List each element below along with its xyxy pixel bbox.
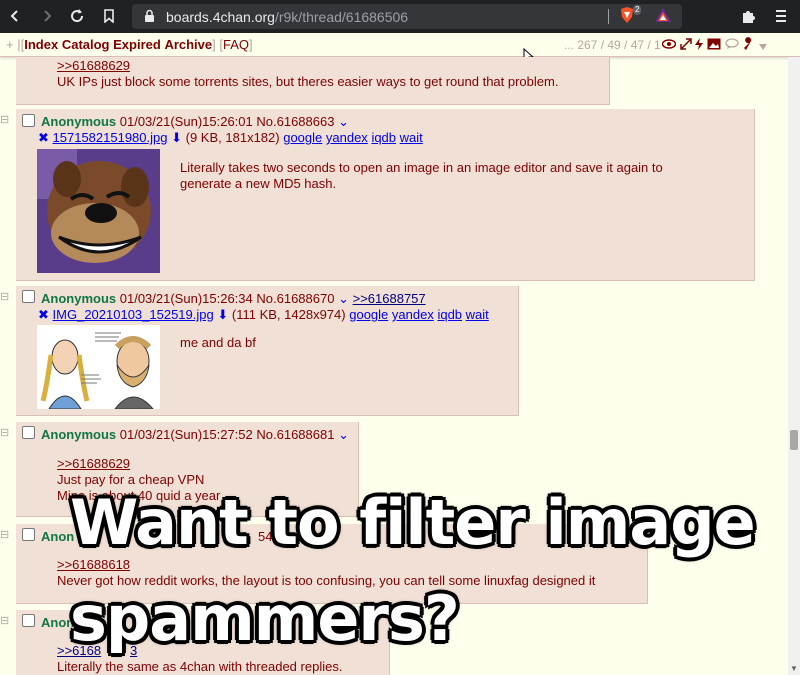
overlay-caption-line2: spammers?	[70, 582, 460, 655]
post-datetime: 01/03/21(Sun)15:26:01	[119, 114, 253, 129]
quote-link[interactable]: >>61688618	[57, 557, 130, 573]
eye-icon[interactable]	[661, 38, 677, 53]
back-icon[interactable]	[4, 6, 26, 26]
quote-link[interactable]: >>61688629	[57, 58, 130, 74]
lightning-icon[interactable]	[695, 38, 704, 53]
file-meta: (111 KB, 1428x974)	[231, 307, 346, 322]
index-link[interactable]: Index	[24, 37, 58, 52]
browser-toolbar: boards.4chan.org/r9k/thread/61686506 2	[0, 0, 800, 33]
iqdb-search-link[interactable]: iqdb	[437, 307, 462, 322]
wait-search-link[interactable]: wait	[466, 307, 489, 322]
post-reply: Anonymous 01/03/21(Sun)15:26:34 No.61688…	[16, 286, 519, 416]
file-link[interactable]: IMG_20210103_152519.jpg	[53, 307, 214, 322]
quote-link[interactable]: >>61688629	[57, 456, 130, 472]
comment-icon[interactable]	[724, 38, 739, 53]
scrollbar-thumb[interactable]	[790, 430, 798, 450]
download-icon[interactable]: ⬇	[171, 130, 182, 145]
url-host: boards.4chan.org	[166, 9, 275, 25]
poster-name: Anonymous	[41, 427, 117, 442]
faq-link[interactable]: FAQ	[223, 37, 249, 52]
backlink[interactable]: >>61688757	[353, 291, 426, 306]
file-info: ✖ 1571582151980.jpg ⬇ (9 KB, 181x182) go…	[38, 130, 423, 146]
board-navigation-bar: + |[Index Catalog Expired Archive] [FAQ]…	[0, 33, 800, 57]
thread-stats: ... 267 / 49 / 47 / 1	[564, 38, 661, 52]
post-number[interactable]: No.61688681	[256, 427, 334, 442]
post-menu-toggle[interactable]: ⊟	[0, 614, 10, 627]
poster-name: Anonymous	[41, 114, 117, 129]
lock-icon[interactable]	[144, 9, 155, 26]
catalog-link[interactable]: Catalog	[62, 37, 110, 52]
menu-icon[interactable]	[776, 9, 786, 26]
url-text[interactable]: boards.4chan.org/r9k/thread/61686506	[166, 9, 408, 25]
dropdown-arrow-icon[interactable]	[758, 38, 767, 53]
post-menu-toggle[interactable]: ⊟	[0, 113, 10, 126]
post-checkbox[interactable]	[22, 426, 35, 439]
post-message: Literally the same as 4chan with threade…	[57, 659, 343, 674]
post-menu-chevron-icon[interactable]: ⌄	[338, 427, 349, 442]
scroll-down-arrow-icon[interactable]: ▼	[790, 664, 798, 673]
extensions-icon[interactable]	[741, 8, 757, 27]
post-menu-chevron-icon[interactable]: ⌄	[338, 291, 349, 306]
post-message: UK IPs just block some torrents sites, b…	[57, 74, 559, 89]
file-meta: (9 KB, 181x182)	[185, 130, 280, 145]
forward-icon[interactable]	[36, 6, 58, 26]
download-icon[interactable]: ⬇	[217, 307, 228, 322]
archive-link[interactable]: Archive	[164, 37, 212, 52]
post-menu-toggle[interactable]: ⊟	[0, 528, 10, 541]
post-checkbox[interactable]	[22, 528, 35, 541]
google-search-link[interactable]: google	[349, 307, 388, 322]
page-scrollbar[interactable]: ▼	[788, 57, 800, 675]
hide-file-icon[interactable]: ✖	[38, 130, 49, 145]
post-menu-chevron-icon[interactable]: ⌄	[338, 114, 349, 129]
post-datetime: 01/03/21(Sun)15:26:34	[119, 291, 253, 306]
post-number[interactable]: No.61688670	[256, 291, 334, 306]
poster-name: Anonymous	[41, 291, 117, 306]
wait-search-link[interactable]: wait	[400, 130, 423, 145]
post-number[interactable]: No.61688663	[256, 114, 334, 129]
post-menu-toggle[interactable]: ⊟	[0, 426, 10, 439]
wrench-icon[interactable]	[742, 37, 755, 53]
post-menu-toggle[interactable]: ⊟	[0, 290, 10, 303]
expired-link[interactable]: Expired	[113, 37, 161, 52]
post-message: me and da bf	[180, 335, 256, 350]
post-message: Literally takes two seconds to open an i…	[180, 160, 663, 191]
file-link[interactable]: 1571582151980.jpg	[53, 130, 168, 145]
overlay-caption-line1: Want to filter image	[70, 486, 756, 559]
iqdb-search-link[interactable]: iqdb	[371, 130, 396, 145]
post-thumbnail[interactable]	[37, 149, 160, 273]
image-icon[interactable]	[707, 38, 721, 53]
expand-toggle[interactable]: +	[6, 37, 14, 52]
reload-icon[interactable]	[66, 6, 88, 26]
url-path: /r9k/thread/61686506	[274, 9, 409, 25]
brave-rewards-icon[interactable]	[654, 7, 672, 26]
board-nav-links: + |[Index Catalog Expired Archive] [FAQ]	[6, 37, 253, 52]
header-icons	[661, 37, 767, 53]
post-info: Anonymous 01/03/21(Sun)15:26:34 No.61688…	[41, 291, 426, 307]
file-info: ✖ IMG_20210103_152519.jpg ⬇ (111 KB, 142…	[38, 307, 489, 323]
post-checkbox[interactable]	[22, 614, 35, 627]
post-info: Anonymous 01/03/21(Sun)15:27:52 No.61688…	[41, 427, 349, 443]
expand-icon[interactable]	[679, 38, 692, 53]
post-info: Anonymous 01/03/21(Sun)15:26:01 No.61688…	[41, 114, 349, 130]
yandex-search-link[interactable]: yandex	[392, 307, 434, 322]
post-checkbox[interactable]	[22, 114, 35, 127]
google-search-link[interactable]: google	[283, 130, 322, 145]
post-datetime: 01/03/21(Sun)15:27:52	[119, 427, 253, 442]
hide-file-icon[interactable]: ✖	[38, 307, 49, 322]
url-divider	[608, 9, 609, 24]
post-checkbox[interactable]	[22, 290, 35, 303]
post-reply: >>61688629 UK IPs just block some torren…	[16, 57, 610, 105]
yandex-search-link[interactable]: yandex	[326, 130, 368, 145]
address-bar[interactable]: boards.4chan.org/r9k/thread/61686506	[132, 4, 682, 29]
bookmark-icon[interactable]	[98, 6, 120, 26]
post-reply: Anonymous 01/03/21(Sun)15:26:01 No.61688…	[16, 109, 755, 281]
post-thumbnail[interactable]	[37, 325, 160, 410]
